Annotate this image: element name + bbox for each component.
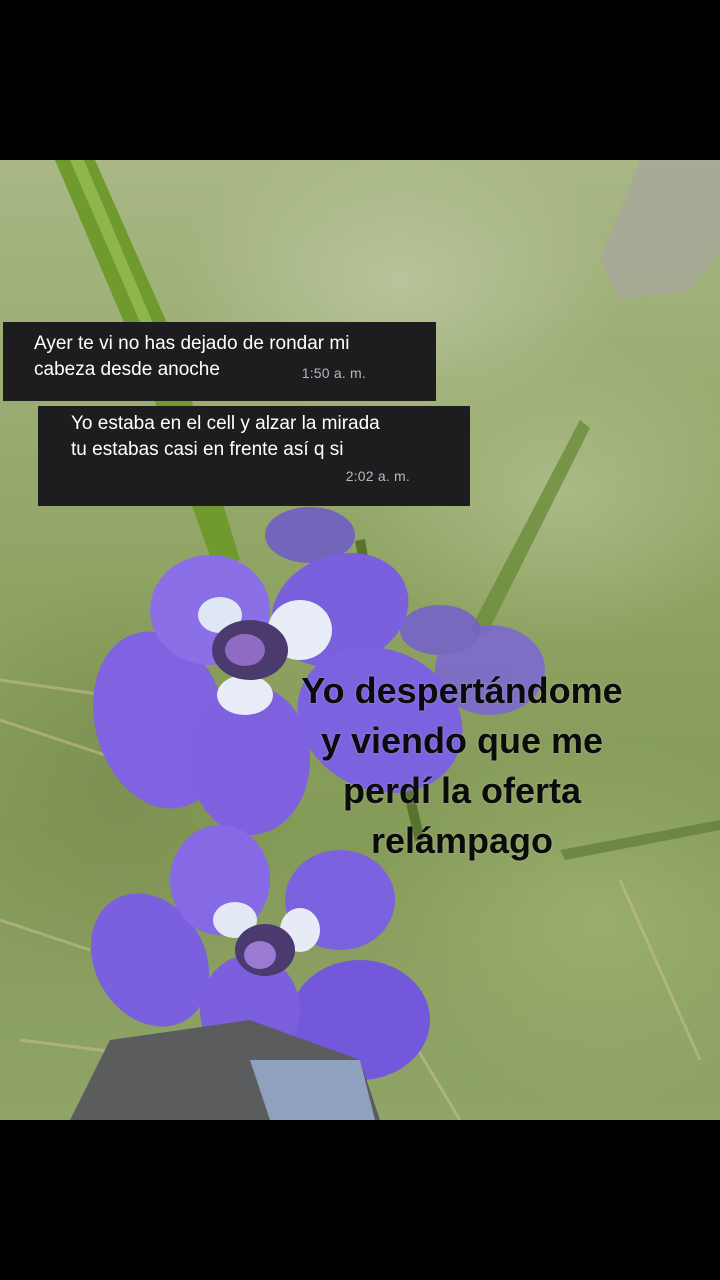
message-timestamp: 2:02 a. m. <box>345 468 410 484</box>
background-photo <box>0 160 720 1120</box>
message-text: Yo estaba en el cell y alzar la mirada t… <box>71 413 380 460</box>
chat-message-bubble[interactable]: Ayer te vi no has dejado de rondar mi ca… <box>3 322 436 401</box>
message-timestamp: 1:50 a. m. <box>301 365 366 381</box>
meme-caption: Yo despertándome y viendo que me perdí l… <box>301 670 623 861</box>
flower-photo-illustration <box>0 160 720 1120</box>
chat-message-bubble[interactable]: Yo estaba en el cell y alzar la mirada t… <box>38 406 470 506</box>
